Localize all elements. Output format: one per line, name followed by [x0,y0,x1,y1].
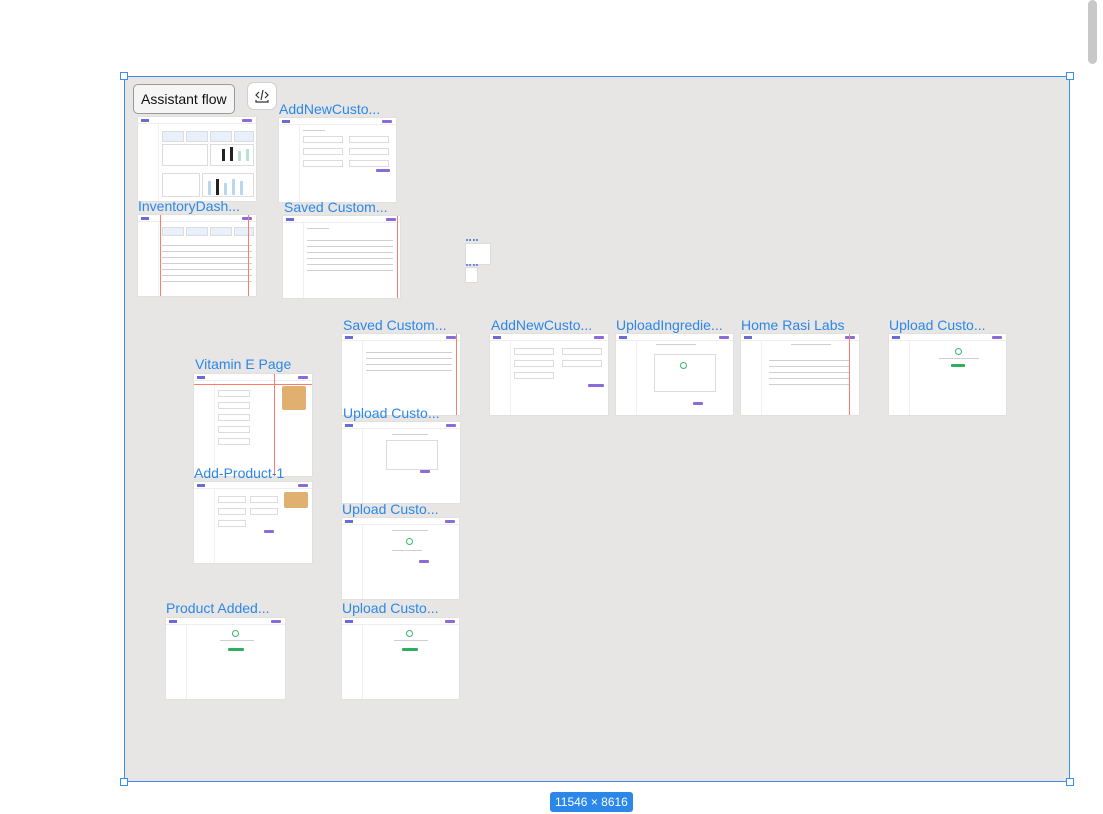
frame-label[interactable]: Saved Custom... [284,199,388,215]
mini-dots [466,264,478,268]
resize-handle-top-left[interactable] [120,72,128,80]
vertical-scrollbar[interactable] [1088,0,1097,64]
mini-component-preview[interactable] [466,268,477,282]
frame-label[interactable]: Upload Custo... [342,600,439,616]
frame-label[interactable]: Upload Custo... [342,501,439,517]
frame-thumbnail-success[interactable] [342,618,459,699]
frame-thumbnail-product[interactable] [194,374,312,476]
frame-label[interactable]: Upload Custo... [343,405,440,421]
frame-thumbnail-upload[interactable] [616,334,733,415]
selection-dimensions-badge: 11546 × 8616 [550,792,633,812]
resize-handle-top-right[interactable] [1066,72,1074,80]
frame-thumbnail-upload[interactable] [342,518,459,599]
frame-thumbnail-table[interactable] [741,334,859,415]
frame-thumbnail-form[interactable] [490,334,608,415]
frame-thumbnail-table[interactable] [342,334,460,415]
dev-mode-button[interactable] [247,82,277,110]
frame-thumbnail-success[interactable] [889,334,1006,415]
code-brackets-icon [254,88,270,109]
frame-thumbnail-success[interactable] [166,618,285,699]
frame-label[interactable]: Add-Product-1 [194,465,284,481]
frame-label[interactable]: Home Rasi Labs [741,317,845,333]
resize-handle-bottom-right[interactable] [1066,778,1074,786]
frame-label[interactable]: Vitamin E Page [195,356,291,372]
frame-thumbnail-upload[interactable] [342,422,460,503]
frame-label[interactable]: UploadIngredie... [616,317,723,333]
frame-label[interactable]: Saved Custom... [343,317,447,333]
mini-dots [466,239,478,243]
frame-label[interactable]: InventoryDash... [138,198,240,214]
frame-label[interactable]: AddNewCusto... [279,101,380,117]
frame-label[interactable]: Upload Custo... [889,317,986,333]
frame-thumbnail-product[interactable] [194,482,312,563]
frame-thumbnail-table[interactable] [138,215,256,296]
mini-component-preview[interactable] [466,244,490,264]
frame-thumbnail-form[interactable] [279,118,396,202]
section-name-tooltip: Assistant flow [133,84,235,114]
frame-label[interactable]: AddNewCusto... [491,317,592,333]
frame-thumbnail-dashboard[interactable] [138,117,256,201]
frame-label[interactable]: Product Added... [166,600,270,616]
frame-thumbnail-table[interactable] [283,216,400,298]
resize-handle-bottom-left[interactable] [120,778,128,786]
